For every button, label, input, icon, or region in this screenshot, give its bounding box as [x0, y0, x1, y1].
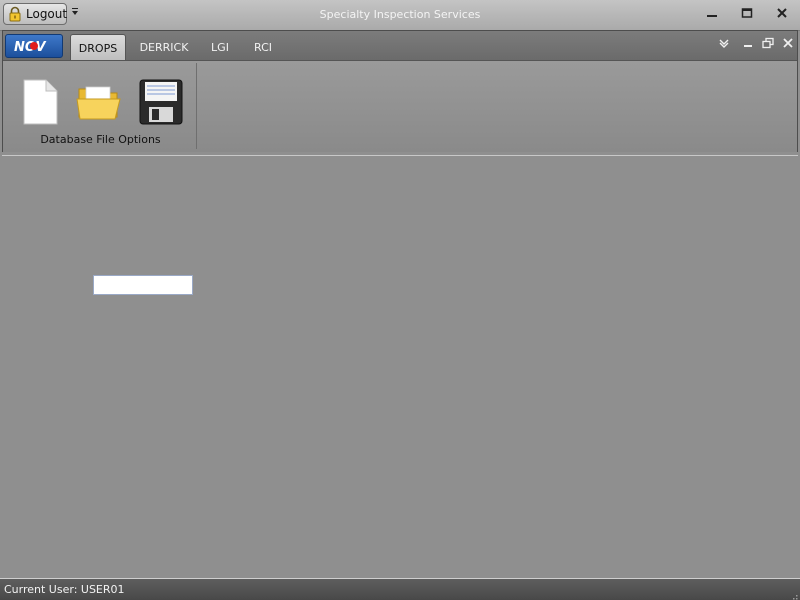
logout-label: Logout: [26, 7, 68, 21]
current-user-label: Current User: USER01: [4, 583, 125, 596]
tab-lgi[interactable]: LGI: [203, 37, 237, 61]
tab-label: DROPS: [78, 42, 118, 55]
application-menu-button[interactable]: NOV: [5, 34, 63, 58]
nov-logo-icon: NOV: [14, 40, 46, 53]
save-file-button[interactable]: [136, 77, 186, 127]
ribbon-tab-strip: NOV DROPS DERRICK LGI RCI: [3, 31, 797, 61]
workspace-text-input[interactable]: [93, 275, 193, 295]
close-icon: [783, 38, 793, 48]
floppy-disk-icon: [139, 79, 183, 125]
minimize-icon: [707, 15, 717, 17]
open-file-button[interactable]: [74, 77, 124, 127]
maximize-button[interactable]: [736, 6, 758, 24]
database-file-options-group: Database File Options: [5, 63, 197, 149]
new-file-button[interactable]: [15, 77, 65, 127]
window-title: Specialty Inspection Services: [319, 8, 481, 21]
lock-icon: [7, 6, 23, 22]
app-window: Logout Specialty Inspection Services NOV…: [0, 0, 800, 600]
ribbon: NOV DROPS DERRICK LGI RCI Database File …: [2, 30, 798, 152]
restore-icon: [741, 8, 753, 18]
ribbon-collapse-button[interactable]: [715, 37, 733, 53]
quick-access-dropdown-icon[interactable]: [70, 6, 80, 20]
tab-label: LGI: [211, 41, 229, 54]
logout-button[interactable]: Logout: [3, 3, 67, 25]
mdi-minimize-button[interactable]: [739, 37, 757, 53]
ribbon-panel: Database File Options: [3, 60, 797, 152]
tab-rci[interactable]: RCI: [245, 37, 281, 61]
status-bar: Current User: USER01: [0, 578, 800, 600]
minimize-button[interactable]: [701, 6, 723, 24]
tab-drops[interactable]: DROPS: [70, 34, 126, 61]
folder-icon: [76, 86, 121, 120]
title-bar: Logout Specialty Inspection Services: [0, 0, 800, 31]
tab-label: DERRICK: [139, 41, 189, 54]
document-icon: [23, 79, 58, 125]
tab-label: RCI: [253, 41, 273, 54]
group-label: Database File Options: [40, 133, 161, 146]
close-button[interactable]: [771, 6, 793, 24]
tab-derrick[interactable]: DERRICK: [133, 37, 195, 61]
minimize-icon: [744, 45, 752, 47]
restore-icon: [762, 37, 774, 49]
chevron-down-icon: [719, 39, 729, 48]
mdi-close-button[interactable]: [779, 37, 797, 53]
mdi-restore-button[interactable]: [759, 37, 777, 53]
resize-grip-icon[interactable]: [788, 589, 798, 600]
close-icon: [777, 8, 787, 18]
main-workspace: [2, 155, 798, 578]
